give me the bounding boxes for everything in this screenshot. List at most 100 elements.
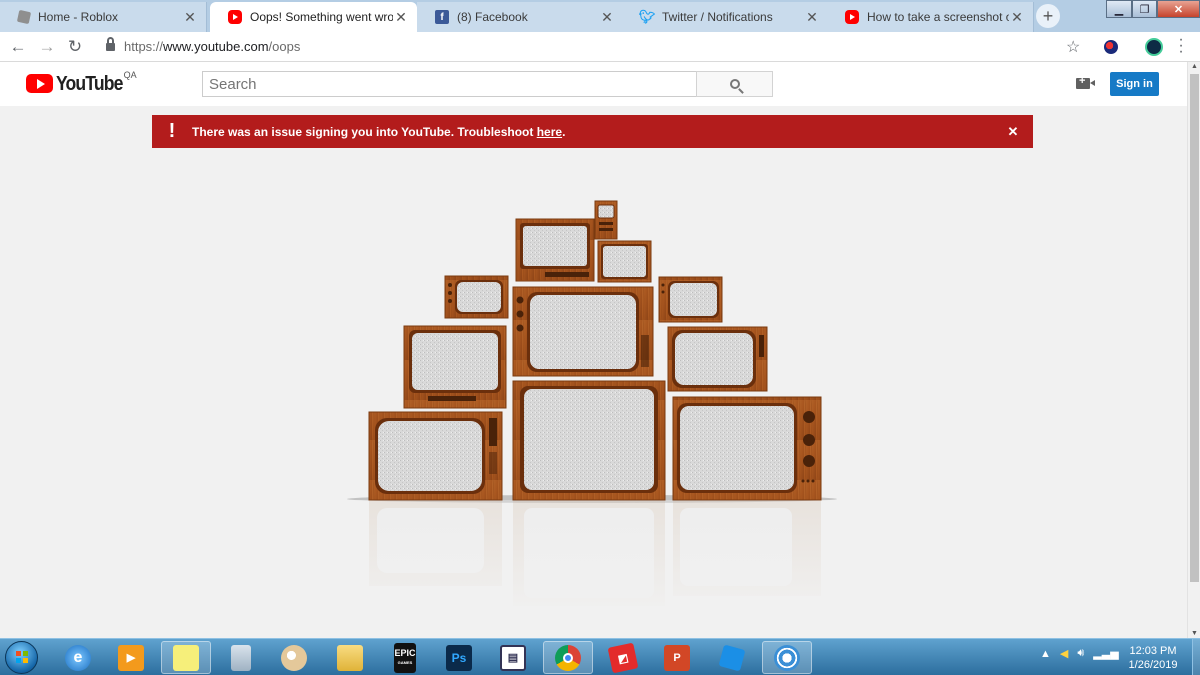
tab-screenshot-video[interactable]: How to take a screenshot on a ✕ (827, 2, 1034, 32)
sign-in-button[interactable]: Sign in (1110, 72, 1159, 96)
youtube-icon (845, 10, 859, 24)
exclamation-icon: ! (168, 120, 176, 142)
taskbar-epic-games[interactable]: EPIC GAMES (380, 641, 430, 674)
tab-twitter[interactable]: 🐦︎ Twitter / Notifications ✕ (622, 2, 829, 32)
taskbar-photoshop[interactable]: Ps (434, 641, 484, 674)
internet-explorer-icon: e (65, 644, 91, 671)
logo-qa-suffix: QA (123, 70, 137, 80)
error-message: There was an issue signing you into YouT… (192, 125, 993, 139)
troubleshoot-link[interactable]: here (537, 125, 562, 139)
tab-title: (8) Facebook (457, 10, 528, 24)
address-bar[interactable]: https://www.youtube.com/oops (124, 39, 300, 54)
floor-shadow (347, 495, 837, 503)
calendar-icon: ▤ (500, 644, 526, 671)
sign-in-error-banner: ! There was an issue signing you into Yo… (152, 115, 1033, 148)
chrome-icon (555, 644, 581, 671)
tv-small-right (658, 276, 723, 323)
taskbar-bittorrent[interactable] (762, 641, 812, 674)
search-icon (729, 79, 740, 89)
tv-bottom-left (368, 411, 503, 501)
taskbar-media-player[interactable]: ▶ (106, 641, 156, 674)
upload-video-icon[interactable] (1076, 75, 1095, 89)
tab-title: Home - Roblox (38, 10, 119, 24)
sticky-notes-icon (173, 644, 199, 671)
search-input[interactable] (202, 71, 697, 97)
forward-arrow-icon[interactable]: → (37, 37, 57, 57)
show-hidden-icons-icon[interactable]: ▲ (1040, 648, 1051, 660)
youtube-masthead: YouTube QA Sign in (0, 62, 1187, 106)
folder-icon (337, 644, 363, 671)
roblox-icon (718, 644, 746, 671)
volume-icon[interactable]: 🔊︎ (1077, 647, 1084, 660)
twitter-icon: 🐦︎ (638, 9, 656, 24)
url-scheme: https:// (124, 39, 164, 54)
taskbar-task-app[interactable]: ▤ (488, 641, 538, 674)
minimize-button[interactable]: ▁ (1106, 0, 1132, 18)
roblox-icon (16, 9, 32, 25)
tv-small-left (444, 275, 509, 319)
taskbar-chrome[interactable] (543, 641, 593, 674)
epic-label: EPIC (394, 647, 416, 658)
scroll-down-arrow-icon[interactable]: ▼ (1190, 630, 1199, 637)
chrome-menu-icon[interactable]: · · · (1176, 32, 1186, 60)
signal-bars-icon[interactable]: ▂▃▅ (1093, 647, 1118, 660)
photoshop-icon: Ps (446, 644, 472, 671)
roblox-studio-icon: ◩ (607, 642, 639, 673)
taskbar-powerpoint[interactable]: P (652, 641, 702, 674)
tv-bottom-middle (512, 380, 666, 501)
close-icon[interactable]: ✕ (804, 9, 820, 26)
lock-icon[interactable] (106, 37, 115, 51)
system-tray: ▲ ◀ 🔊︎ ▂▃▅ (1040, 647, 1119, 660)
new-tab-button[interactable]: + (1036, 4, 1060, 28)
tab-title: Twitter / Notifications (662, 10, 773, 24)
maximize-button[interactable]: ❐ (1132, 0, 1157, 18)
youtube-icon (228, 10, 242, 24)
window-close-button[interactable]: ✕ (1157, 0, 1200, 18)
taskbar-clock[interactable]: 12:03 PM 1/26/2019 (1118, 644, 1188, 672)
taskbar-roblox-studio[interactable]: ◩ (598, 641, 648, 674)
windows-start-button[interactable] (5, 641, 38, 674)
taskbar-roblox[interactable] (707, 641, 757, 674)
tab-youtube-oops[interactable]: Oops! Something went wrong. ✕ (210, 2, 417, 32)
scroll-up-arrow-icon[interactable]: ▲ (1190, 63, 1199, 70)
clock-date: 1/26/2019 (1128, 659, 1178, 671)
close-icon[interactable]: ✕ (393, 9, 409, 26)
taskbar-paint[interactable] (269, 641, 319, 674)
reload-icon[interactable]: ↻ (65, 37, 85, 57)
page-scrollbar[interactable]: ▲ ▼ (1187, 62, 1200, 638)
profile-avatar[interactable] (1145, 38, 1163, 56)
scrollbar-thumb[interactable] (1190, 74, 1199, 582)
close-icon[interactable]: ✕ (993, 124, 1033, 140)
taskbar-sticky-notes[interactable] (161, 641, 211, 674)
tv-tiny-top (594, 200, 618, 240)
tv-top-left (515, 218, 595, 282)
calculator-icon (231, 644, 251, 671)
taskbar-internet-explorer[interactable]: e (53, 641, 103, 674)
error-text-end: . (562, 124, 566, 139)
taskbar-file-explorer[interactable] (325, 641, 375, 674)
back-arrow-icon[interactable]: ← (8, 37, 28, 57)
media-player-icon: ▶ (118, 644, 144, 671)
windows-taskbar: e ▶ EPIC GAMES Ps ▤ ◩ P ▲ ◀ 🔊︎ ▂▃▅ 12:03… (0, 638, 1200, 675)
youtube-logo[interactable]: YouTube QA (26, 70, 137, 95)
tv-bottom-right (672, 396, 822, 501)
tv-center-large (512, 286, 654, 377)
show-desktop-button[interactable] (1192, 639, 1200, 675)
close-icon[interactable]: ✕ (599, 9, 615, 26)
close-icon[interactable]: ✕ (1009, 9, 1025, 26)
extension-icon[interactable] (1104, 40, 1118, 54)
tv-middle-right (667, 326, 768, 392)
bookmark-star-icon[interactable]: ☆ (1066, 37, 1080, 57)
taskbar-calculator[interactable] (216, 641, 266, 674)
tab-facebook[interactable]: f (8) Facebook ✕ (417, 2, 624, 32)
epic-sublabel: GAMES (397, 659, 413, 665)
search-button[interactable] (696, 71, 773, 97)
logo-wordmark: YouTube (56, 73, 123, 95)
tab-roblox[interactable]: Home - Roblox ✕ (0, 2, 207, 32)
network-warning-icon[interactable]: ◀ (1060, 647, 1068, 660)
tab-title: How to take a screenshot on a (867, 10, 1009, 24)
browser-toolbar: ← → ↻ https://www.youtube.com/oops ☆ · · · (0, 32, 1200, 62)
close-icon[interactable]: ✕ (182, 9, 198, 26)
tab-title: Oops! Something went wrong. (250, 10, 393, 24)
powerpoint-icon: P (664, 644, 690, 671)
